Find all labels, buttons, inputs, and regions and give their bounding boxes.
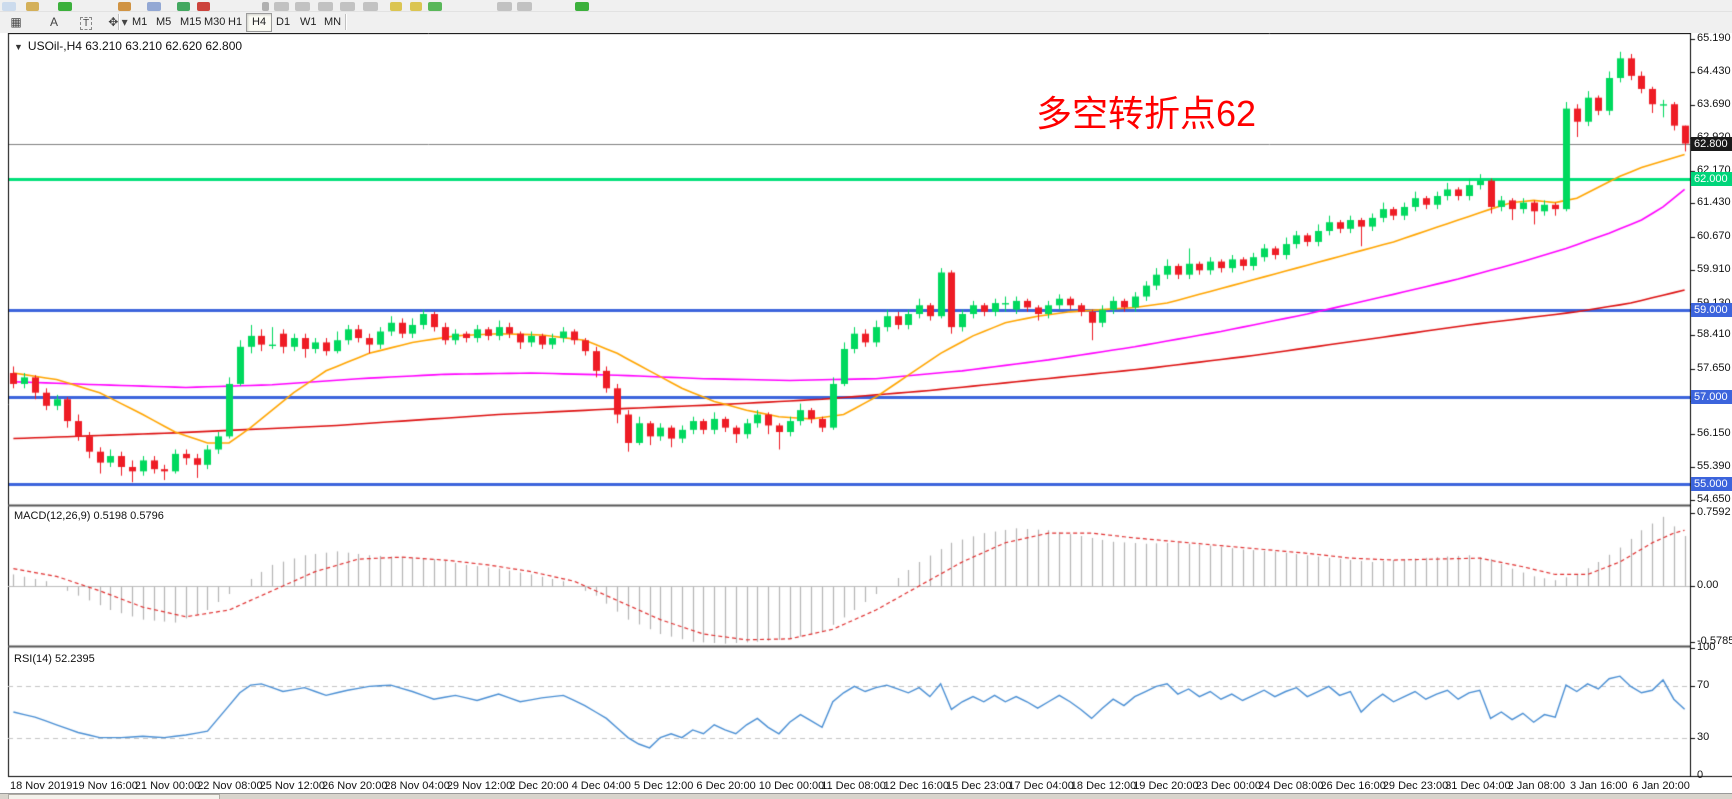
time-tick-label: 6 Jan 20:00 bbox=[1632, 780, 1690, 792]
macd-indicator-label: MACD(12,26,9) 0.5198 0.5796 bbox=[14, 510, 164, 522]
price-badge-62.800: 62.800 bbox=[1691, 137, 1732, 151]
time-tick-label: 26 Dec 16:00 bbox=[1320, 780, 1385, 792]
toolbar-icon-stub[interactable] bbox=[2, 2, 16, 11]
toolbar-icon-stub[interactable] bbox=[197, 2, 210, 11]
toolbar-icon-stub[interactable] bbox=[295, 2, 310, 11]
trading-app: ▦AT✥ ▾M1M5M15M30H1H4D1W1MN ▼USOil-,H4 63… bbox=[0, 0, 1732, 799]
time-tick-label: 29 Nov 12:00 bbox=[447, 780, 512, 792]
toolbar-icon-stub[interactable] bbox=[363, 2, 378, 11]
price-badge-59.000: 59.000 bbox=[1691, 303, 1732, 317]
toolbar-icon-stub[interactable] bbox=[274, 2, 289, 11]
time-tick-label: 11 Dec 08:00 bbox=[821, 780, 886, 792]
toolbar-icon-stub[interactable] bbox=[58, 2, 72, 11]
price-tick-label: 55.390 bbox=[1697, 460, 1731, 472]
text-label-icon[interactable]: A bbox=[44, 13, 64, 31]
toolbar-icon-stub[interactable] bbox=[497, 2, 512, 11]
time-tick-label: 22 Nov 08:00 bbox=[197, 780, 262, 792]
price-tick-label: 54.650 bbox=[1697, 493, 1731, 505]
grid-icon[interactable]: ▦ bbox=[6, 13, 26, 31]
time-tick-label: 24 Dec 08:00 bbox=[1258, 780, 1323, 792]
time-tick-label: 17 Dec 04:00 bbox=[1008, 780, 1073, 792]
toolbar-icon-stub[interactable] bbox=[340, 2, 355, 11]
rsi-tick-label: 0 bbox=[1697, 769, 1703, 781]
toolbar-icon-stub[interactable] bbox=[118, 2, 131, 11]
time-tick-label: 26 Nov 20:00 bbox=[322, 780, 387, 792]
arrange-arrows-icon[interactable]: ✥ ▾ bbox=[108, 13, 128, 31]
time-tick-label: 2 Jan 08:00 bbox=[1508, 780, 1566, 792]
price-badge-55.000: 55.000 bbox=[1691, 477, 1732, 491]
toolbar-icon-stub[interactable] bbox=[26, 2, 39, 11]
chart-window: ▼ USOil-,H4 63.210 63.210 62.620 62.800 多… bbox=[0, 33, 1732, 799]
time-tick-label: 4 Dec 04:00 bbox=[572, 780, 631, 792]
price-tick-label: 59.910 bbox=[1697, 263, 1731, 275]
timeframe-button-H4[interactable]: H4 bbox=[246, 13, 272, 32]
time-tick-label: 12 Dec 16:00 bbox=[884, 780, 949, 792]
toolbar-icon-stub[interactable] bbox=[177, 2, 190, 11]
rsi-indicator-label: RSI(14) 52.2395 bbox=[14, 653, 95, 665]
toolbar-icon-stub[interactable] bbox=[517, 2, 532, 11]
price-tick-label: 65.190 bbox=[1697, 32, 1731, 44]
toolbar-icon-stub[interactable] bbox=[390, 2, 402, 11]
rsi-tick-label: 100 bbox=[1697, 641, 1715, 653]
timeframe-button-H1[interactable]: H1 bbox=[222, 13, 248, 32]
toolbar-icon-stub[interactable] bbox=[262, 2, 269, 11]
price-tick-label: 64.430 bbox=[1697, 65, 1731, 77]
rsi-tick-label: 30 bbox=[1697, 731, 1709, 743]
chart-tab-edge[interactable] bbox=[8, 794, 220, 799]
time-tick-label: 10 Dec 00:00 bbox=[759, 780, 824, 792]
time-tick-label: 15 Dec 23:00 bbox=[946, 780, 1011, 792]
toolbar-icon-stub[interactable] bbox=[428, 2, 442, 11]
time-tick-label: 28 Nov 04:00 bbox=[384, 780, 449, 792]
price-badge-62.000: 62.000 bbox=[1691, 172, 1732, 186]
timeframe-button-D1[interactable]: D1 bbox=[270, 13, 296, 32]
time-tick-label: 18 Dec 12:00 bbox=[1071, 780, 1136, 792]
time-tick-label: 29 Dec 23:00 bbox=[1383, 780, 1448, 792]
price-tick-label: 61.430 bbox=[1697, 196, 1731, 208]
chart-dropdown-icon[interactable]: ▼ bbox=[14, 42, 23, 52]
price-tick-label: 63.690 bbox=[1697, 98, 1731, 110]
price-chart-canvas[interactable] bbox=[0, 33, 1732, 799]
time-tick-label: 6 Dec 20:00 bbox=[696, 780, 755, 792]
time-tick-label: 18 Nov 2019 bbox=[10, 780, 72, 792]
macd-tick-label: 0.00 bbox=[1697, 579, 1718, 591]
time-tick-label: 23 Dec 00:00 bbox=[1196, 780, 1261, 792]
toolbar-icon-stub[interactable] bbox=[318, 2, 333, 11]
time-tick-label: 3 Jan 16:00 bbox=[1570, 780, 1628, 792]
toolbar-icon-stub[interactable] bbox=[575, 2, 589, 11]
text-box-icon[interactable]: T bbox=[76, 13, 96, 31]
time-tick-label: 25 Nov 12:00 bbox=[260, 780, 325, 792]
time-tick-label: 21 Nov 00:00 bbox=[135, 780, 200, 792]
toolbar-icon-stub[interactable] bbox=[410, 2, 422, 11]
price-tick-label: 57.650 bbox=[1697, 362, 1731, 374]
chart-symbol-ohlc: USOil-,H4 63.210 63.210 62.620 62.800 bbox=[28, 39, 242, 53]
statusbar-edge bbox=[0, 793, 1732, 799]
price-badge-57.000: 57.000 bbox=[1691, 390, 1732, 404]
price-tick-label: 58.410 bbox=[1697, 328, 1731, 340]
price-tick-label: 56.150 bbox=[1697, 427, 1731, 439]
time-tick-label: 5 Dec 12:00 bbox=[634, 780, 693, 792]
chart-annotation: 多空转折点62 bbox=[1036, 85, 1256, 137]
toolbar-tools-row: ▦AT✥ ▾M1M5M15M30H1H4D1W1MN bbox=[0, 12, 1732, 34]
toolbar-top-row bbox=[0, 0, 1732, 12]
price-tick-label: 60.670 bbox=[1697, 230, 1731, 242]
time-tick-label: 19 Nov 16:00 bbox=[72, 780, 137, 792]
rsi-tick-label: 70 bbox=[1697, 679, 1709, 691]
time-tick-label: 31 Dec 04:00 bbox=[1445, 780, 1510, 792]
time-tick-label: 19 Dec 20:00 bbox=[1133, 780, 1198, 792]
toolbar-icon-stub[interactable] bbox=[147, 2, 161, 11]
macd-tick-label: 0.7592 bbox=[1697, 506, 1731, 518]
time-tick-label: 2 Dec 20:00 bbox=[509, 780, 568, 792]
timeframe-button-MN[interactable]: MN bbox=[318, 13, 347, 32]
chart-title: ▼ USOil-,H4 63.210 63.210 62.620 62.800 bbox=[14, 39, 242, 53]
